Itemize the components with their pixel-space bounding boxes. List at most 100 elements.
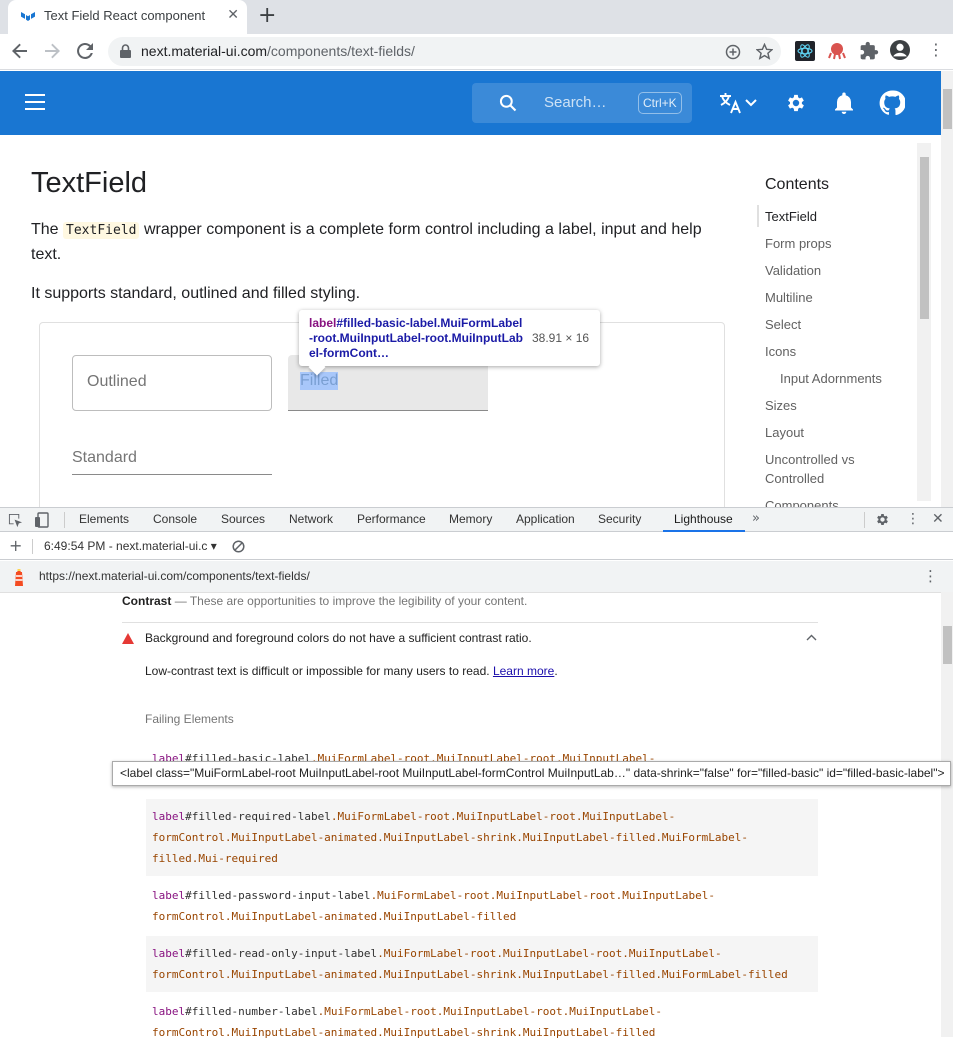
clear-reports-icon[interactable] — [232, 540, 245, 553]
hamburger-menu-icon[interactable] — [25, 94, 45, 110]
outlined-text-field[interactable]: Outlined — [72, 355, 272, 411]
page-scrollbar[interactable] — [941, 71, 953, 507]
close-tab-icon[interactable]: ✕ — [227, 7, 239, 23]
filled-label: Filled — [300, 372, 339, 390]
extensions-puzzle-icon[interactable] — [859, 41, 879, 61]
search-box[interactable]: Search… Ctrl+K — [472, 83, 692, 123]
tab-application[interactable]: Application — [516, 512, 575, 526]
inspect-tooltip: label#filled-basic-label.MuiFormLabel-ro… — [299, 310, 600, 366]
subtitle-paragraph: It supports standard, outlined and fille… — [31, 285, 361, 302]
chevron-down-icon[interactable] — [745, 99, 757, 107]
report-scrollbar-thumb[interactable] — [943, 626, 952, 664]
tab-console[interactable]: Console — [153, 512, 197, 526]
failing-element-row[interactable]: label#filled-number-label.MuiFormLabel-r… — [146, 994, 818, 1038]
divider — [864, 512, 865, 528]
new-report-icon[interactable]: + — [9, 536, 22, 555]
report-scrollbar[interactable] — [941, 592, 953, 1037]
devtools-tabbar: Elements Console Sources Network Perform… — [0, 508, 953, 532]
url-text: next.material-ui.com/components/text-fie… — [141, 43, 415, 59]
tab-security[interactable]: Security — [598, 512, 641, 526]
report-url: https://next.material-ui.com/components/… — [39, 569, 310, 583]
close-devtools-icon[interactable]: ✕ — [932, 511, 944, 527]
standard-text-field[interactable]: Standard — [72, 443, 272, 475]
react-devtools-icon[interactable] — [795, 41, 815, 61]
page-title: TextField — [31, 167, 148, 199]
tab-memory[interactable]: Memory — [449, 512, 492, 526]
tab-sources[interactable]: Sources — [221, 512, 265, 526]
toc-item-controlled[interactable]: Controlled — [765, 469, 824, 488]
reload-icon[interactable] — [76, 42, 94, 60]
settings-gear-icon[interactable] — [875, 512, 890, 527]
browser-tab[interactable]: Text Field React component ✕ — [8, 0, 247, 34]
back-arrow-icon[interactable] — [11, 42, 29, 60]
failing-elements-label: Failing Elements — [145, 712, 234, 726]
tab-lighthouse[interactable]: Lighthouse — [674, 512, 733, 526]
tab-network[interactable]: Network — [289, 512, 333, 526]
audit-description: Low-contrast text is difficult or imposs… — [145, 664, 558, 678]
inspect-element-icon[interactable] — [8, 513, 23, 528]
github-icon[interactable] — [879, 90, 905, 116]
toc-heading: Contents — [765, 176, 830, 193]
gear-icon[interactable] — [785, 92, 807, 114]
tab-performance[interactable]: Performance — [357, 512, 426, 526]
bookmark-star-icon[interactable] — [756, 43, 773, 60]
outlined-label: Outlined — [87, 373, 147, 390]
toc-item-layout[interactable]: Layout — [765, 423, 804, 442]
search-icon — [499, 94, 517, 112]
learn-more-link[interactable]: Learn more — [493, 664, 554, 678]
failing-element-row[interactable]: label#filled-read-only-input-label.MuiFo… — [146, 936, 818, 992]
toc-item-uncontrolled[interactable]: Uncontrolled vs — [765, 450, 855, 469]
forward-arrow-icon[interactable] — [43, 42, 61, 60]
standard-label: Standard — [72, 449, 137, 466]
toc-item-components[interactable]: Components — [765, 496, 839, 507]
tab-elements[interactable]: Elements — [79, 512, 129, 526]
devtools-menu-icon[interactable]: ⋮ — [906, 511, 920, 527]
inspect-dimensions: 38.91 × 16 — [532, 331, 590, 345]
profile-avatar-icon[interactable] — [890, 40, 910, 60]
failing-element-row[interactable]: label#filled-required-label.MuiFormLabel… — [146, 799, 818, 876]
toc-item-select[interactable]: Select — [765, 315, 801, 334]
inline-code: TextField — [63, 222, 140, 239]
divider — [122, 622, 818, 623]
toc-item-form-props[interactable]: Form props — [765, 234, 831, 253]
toc-item-textfield[interactable]: TextField — [765, 207, 817, 226]
app-bar: Search… Ctrl+K — [0, 71, 941, 135]
extension-octopus-icon[interactable] — [827, 41, 847, 61]
fail-triangle-icon — [122, 633, 134, 644]
more-tabs-icon[interactable]: » — [752, 511, 760, 526]
toc-scrollbar-thumb[interactable] — [920, 157, 929, 319]
browser-menu-icon[interactable]: ⋮ — [928, 40, 944, 59]
toc-item-input-adornments[interactable]: Input Adornments — [780, 369, 882, 388]
toc-item-validation[interactable]: Validation — [765, 261, 821, 280]
divider — [32, 539, 33, 554]
lock-icon — [120, 44, 131, 58]
audit-title[interactable]: Background and foreground colors do not … — [145, 631, 532, 645]
report-select[interactable]: 6:49:54 PM - next.material-ui.c ▾ — [44, 539, 217, 553]
search-shortcut: Ctrl+K — [638, 92, 682, 114]
page-scrollbar-thumb[interactable] — [943, 89, 952, 129]
translate-icon[interactable] — [718, 91, 742, 115]
toc-item-multiline[interactable]: Multiline — [765, 288, 813, 307]
browser-toolbar: next.material-ui.com/components/text-fie… — [0, 34, 953, 70]
divider — [64, 512, 65, 528]
chevron-up-icon[interactable] — [806, 634, 817, 641]
new-tab-icon[interactable]: + — [258, 3, 276, 28]
toc-item-sizes[interactable]: Sizes — [765, 396, 797, 415]
toc-scrollbar[interactable] — [917, 143, 931, 501]
report-url-bar: https://next.material-ui.com/components/… — [0, 561, 953, 593]
add-circle-icon[interactable] — [725, 44, 741, 60]
web-page: Search… Ctrl+K TextField The TextField w… — [0, 71, 941, 507]
tab-strip: Text Field React component ✕ + — [0, 0, 953, 34]
lighthouse-icon — [15, 569, 23, 586]
address-bar[interactable]: next.material-ui.com/components/text-fie… — [108, 37, 781, 66]
active-tab-indicator — [663, 530, 745, 532]
lighthouse-report: Contrast — These are opportunities to im… — [0, 593, 941, 1038]
notifications-bell-icon[interactable] — [834, 92, 854, 114]
element-html-tooltip: <label class="MuiFormLabel-root MuiInput… — [112, 761, 951, 786]
toc-item-icons[interactable]: Icons — [765, 342, 796, 361]
tab-title: Text Field React component — [44, 8, 206, 23]
device-toolbar-icon[interactable] — [34, 512, 50, 528]
failing-element-row[interactable]: label#filled-password-input-label.MuiFor… — [146, 878, 818, 934]
section-header: Contrast — These are opportunities to im… — [122, 594, 528, 608]
report-menu-icon[interactable]: ⋮ — [923, 567, 938, 585]
